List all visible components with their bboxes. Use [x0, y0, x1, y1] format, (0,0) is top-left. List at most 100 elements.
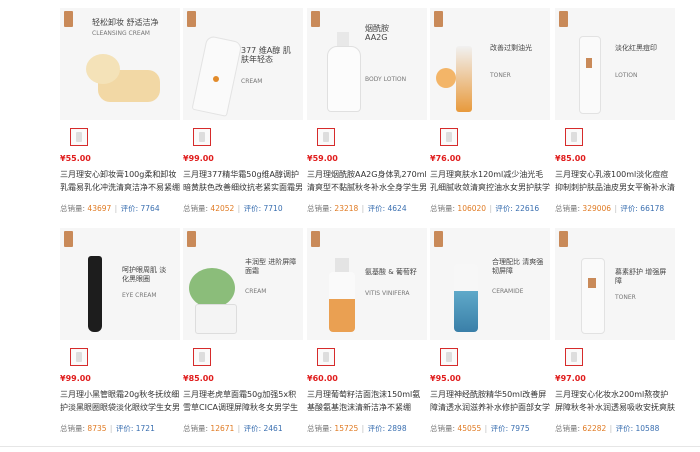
reviews-label[interactable]: 评价: [244, 204, 262, 213]
image-subcaption: CREAM [245, 288, 267, 295]
brand-logo-icon [64, 11, 73, 27]
thumbnail-selected[interactable] [317, 348, 335, 366]
product-grid: 轻松卸妆 舒适洁净 CLEANSING CREAM ¥55.00 三月理安心卸妆… [0, 0, 700, 452]
thumbnail-selected[interactable] [565, 348, 583, 366]
reviews-count[interactable]: 7975 [511, 424, 530, 433]
image-caption: 呵护眼周肌 淡化黑眼圈 [122, 266, 167, 283]
sales-label: 总销量: [430, 424, 456, 433]
brand-logo-icon [311, 231, 320, 247]
thumbnail-selected[interactable] [440, 348, 458, 366]
product-image[interactable]: 改善过剩油光 TONER [430, 8, 550, 120]
image-caption: 慕素舒护 增强屏障 [615, 268, 667, 285]
product-price: ¥59.00 [307, 154, 338, 163]
reviews-label[interactable]: 评价: [616, 424, 634, 433]
product-stats: 总销量: 106020 | 评价: 22616 [430, 204, 540, 213]
thumbnail-selected[interactable] [440, 128, 458, 146]
product-title-link[interactable]: 三月理安心乳液100ml淡化痘痘抑制刺护肤品油皮男女平衡补水清爽 [555, 168, 675, 196]
product-title-link[interactable]: 三月理爽肤水120ml减少油光毛孔细腻收敛清爽控油水女男护肤学生 [430, 168, 550, 196]
reviews-label[interactable]: 评价: [244, 424, 262, 433]
reviews-count[interactable]: 7710 [264, 204, 283, 213]
sales-count: 62282 [582, 424, 607, 433]
product-title-link[interactable]: 三月理葡萄籽洁面泡沫150ml氨基酸氨基泡沫清新洁净不紧绷 [307, 388, 427, 416]
toner-bottle-icon [581, 258, 605, 334]
product-title-link[interactable]: 三月理老虎草面霜50g加强5x积雪草CICA调理屏障秋冬女男学生乳 [183, 388, 303, 416]
image-caption: 淡化红黑痘印 [615, 44, 657, 52]
foam-pump-bottle-icon [329, 272, 355, 332]
reviews-label[interactable]: 评价: [491, 424, 509, 433]
product-stats: 总销量: 15725 | 评价: 2898 [307, 424, 407, 433]
thumbnail-selected[interactable] [193, 128, 211, 146]
product-stats: 总销量: 62282 | 评价: 10588 [555, 424, 660, 433]
reviews-label[interactable]: 评价: [116, 424, 134, 433]
image-subcaption: LOTION [615, 72, 638, 79]
image-subcaption: BODY LOTION [365, 76, 407, 83]
eye-cream-tube-icon [88, 256, 102, 332]
product-image[interactable]: 合理配比 清爽强韧屏障 CERAMIDE [430, 228, 550, 340]
reviews-label[interactable]: 评价: [495, 204, 513, 213]
product-price: ¥60.00 [307, 374, 338, 383]
thumbnail-selected[interactable] [317, 128, 335, 146]
thumbnail-selected[interactable] [193, 348, 211, 366]
product-stats: 总销量: 43697 | 评价: 7764 [60, 204, 160, 213]
product-price: ¥99.00 [60, 374, 91, 383]
brand-logo-icon [559, 11, 568, 27]
sales-label: 总销量: [60, 424, 86, 433]
image-caption: 377 维A醇 肌肤年轻态 [241, 46, 291, 64]
product-image[interactable]: 烟酰胺 AA2G BODY LOTION [307, 8, 427, 120]
brand-logo-icon [311, 11, 320, 27]
product-image[interactable]: 丰润型 进阶屏障面霜 CREAM [183, 228, 303, 340]
product-price: ¥76.00 [430, 154, 461, 163]
sales-label: 总销量: [555, 424, 581, 433]
sales-count: 8735 [87, 424, 107, 433]
image-caption: 改善过剩油光 [490, 44, 532, 52]
toner-bottle-icon [456, 46, 472, 112]
thumbnail-selected[interactable] [565, 128, 583, 146]
image-caption: 烟酰胺 AA2G [365, 24, 389, 42]
image-subcaption: CLEANSING CREAM [92, 30, 150, 37]
product-title-link[interactable]: 三月理神经酰胺精华50ml改善屏障清透水润滋养补水修护面部女学 [430, 388, 550, 416]
product-image[interactable]: 氨基酸 & 葡萄籽 VITIS VINIFERA [307, 228, 427, 340]
product-image[interactable]: 轻松卸妆 舒适洁净 CLEANSING CREAM [60, 8, 180, 120]
product-title-link[interactable]: 三月理安心化妆水200ml熬夜护屏障秋冬补水润透易吸收安抚爽肤 [555, 388, 675, 416]
product-price: ¥97.00 [555, 374, 586, 383]
reviews-count[interactable]: 22616 [515, 204, 539, 213]
product-image[interactable]: 377 维A醇 肌肤年轻态 CREAM [183, 8, 303, 120]
reviews-count[interactable]: 10588 [636, 424, 660, 433]
brand-logo-icon [64, 231, 73, 247]
product-stats: 总销量: 329006 | 评价: 66178 [555, 204, 665, 213]
sales-label: 总销量: [183, 424, 209, 433]
image-caption: 合理配比 清爽强韧屏障 [492, 258, 544, 275]
bottom-divider [0, 446, 700, 447]
reviews-count[interactable]: 2898 [388, 424, 407, 433]
brand-logo-icon [559, 231, 568, 247]
reviews-label[interactable]: 评价: [121, 204, 139, 213]
sales-label: 总销量: [555, 204, 581, 213]
reviews-count[interactable]: 2461 [264, 424, 283, 433]
reviews-count[interactable]: 4624 [388, 204, 407, 213]
sales-count: 329006 [582, 204, 612, 213]
sales-count: 15725 [334, 424, 359, 433]
product-stats: 总销量: 12671 | 评价: 2461 [183, 424, 283, 433]
reviews-count[interactable]: 1721 [136, 424, 155, 433]
reviews-count[interactable]: 7764 [141, 204, 160, 213]
product-image[interactable]: 呵护眼周肌 淡化黑眼圈 EYE CREAM [60, 228, 180, 340]
reviews-label[interactable]: 评价: [368, 204, 386, 213]
product-title-link[interactable]: 三月理377精华霜50g维A醇调护暗黄肤色改善细纹抗老紧实面霜男女 [183, 168, 303, 196]
product-title-link[interactable]: 三月理安心卸妆膏100g柔和卸妆乳霜易乳化冲洗清爽洁净不易紧绷 [60, 168, 180, 196]
sales-count: 43697 [87, 204, 112, 213]
thumbnail-selected[interactable] [70, 128, 88, 146]
product-image[interactable]: 慕素舒护 增强屏障 TONER [555, 228, 675, 340]
reviews-count[interactable]: 66178 [640, 204, 664, 213]
serum-bottle-icon [454, 264, 478, 332]
product-title-link[interactable]: 三月理烟酰胺AA2G身体乳270ml清爽型不黏腻秋冬补水全身学生男 [307, 168, 427, 196]
sales-count: 12671 [210, 424, 235, 433]
sales-count: 106020 [457, 204, 487, 213]
product-stats: 总销量: 23218 | 评价: 4624 [307, 204, 407, 213]
reviews-label[interactable]: 评价: [368, 424, 386, 433]
product-image[interactable]: 淡化红黑痘印 LOTION [555, 8, 675, 120]
product-title-link[interactable]: 三月理小黑管眼霜20g秋冬抚纹细护淡黑眼圈眼袋淡化眼纹学生女男 [60, 388, 180, 416]
product-price: ¥55.00 [60, 154, 91, 163]
thumbnail-selected[interactable] [70, 348, 88, 366]
image-subcaption: EYE CREAM [122, 292, 157, 299]
reviews-label[interactable]: 评价: [620, 204, 638, 213]
